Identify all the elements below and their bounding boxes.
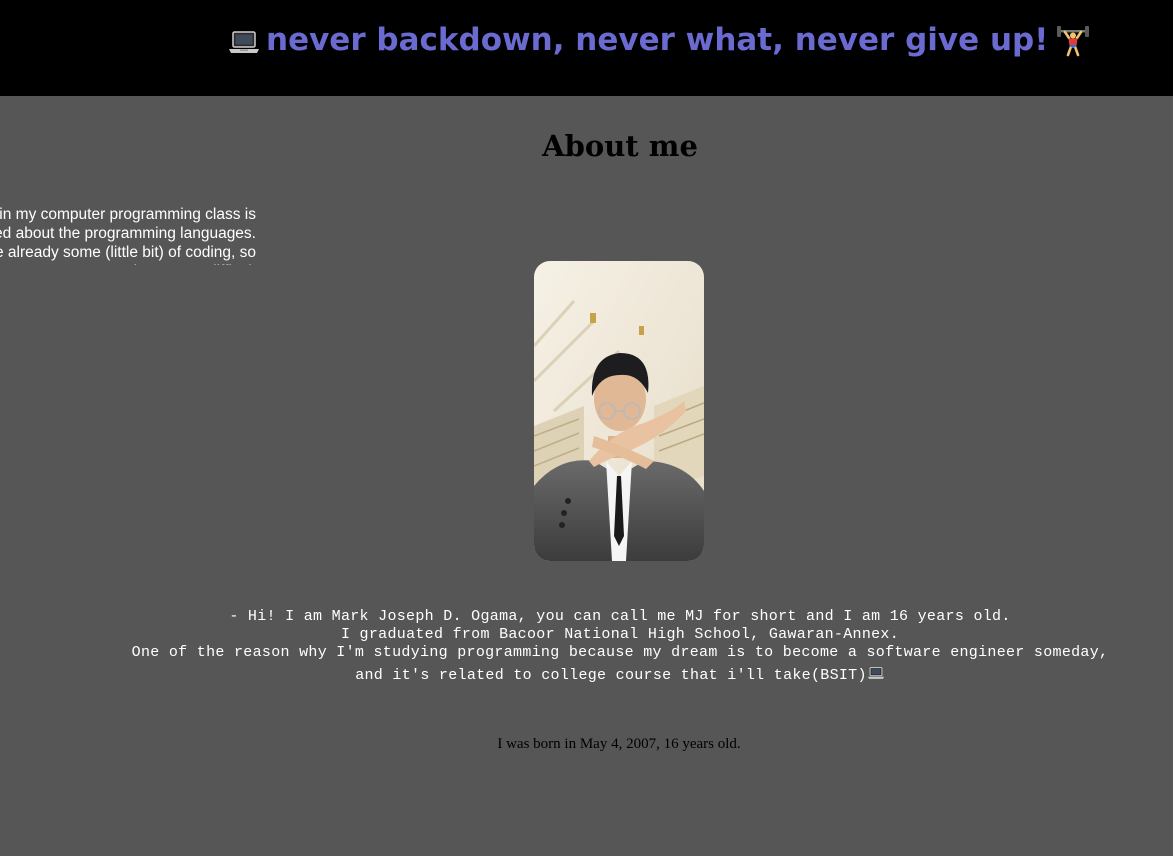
side-note-clip: My experience in my computer programming… — [0, 205, 256, 265]
intro-line: - Hi! I am Mark Joseph D. Ogama, you can… — [229, 608, 1011, 625]
intro-line-text: and it's related to college course that … — [355, 667, 867, 684]
header-banner: never backdown, never what, never give u… — [0, 0, 1173, 96]
laptop-icon — [867, 667, 884, 679]
intro-line: One of the reason why I'm studying progr… — [131, 644, 1109, 661]
profile-photo-image — [534, 261, 704, 561]
intro-line-last: and it's related to college course that … — [0, 666, 1173, 685]
side-note-text: My experience in my computer programming… — [0, 206, 256, 265]
birth-text: I was born in May 4, 2007, 16 years old. — [497, 736, 741, 752]
intro-paragraph: - Hi! I am Mark Joseph D. Ogama, you can… — [0, 608, 1173, 685]
motto-text: never backdown, never what, never give u… — [266, 22, 1049, 58]
motto-heading: never backdown, never what, never give u… — [228, 20, 1090, 60]
profile-photo — [534, 261, 704, 561]
about-heading: About me — [542, 129, 698, 163]
intro-line: I graduated from Bacoor National High Sc… — [340, 626, 900, 643]
laptop-icon — [229, 30, 259, 53]
weightlifter-icon — [1057, 25, 1090, 56]
